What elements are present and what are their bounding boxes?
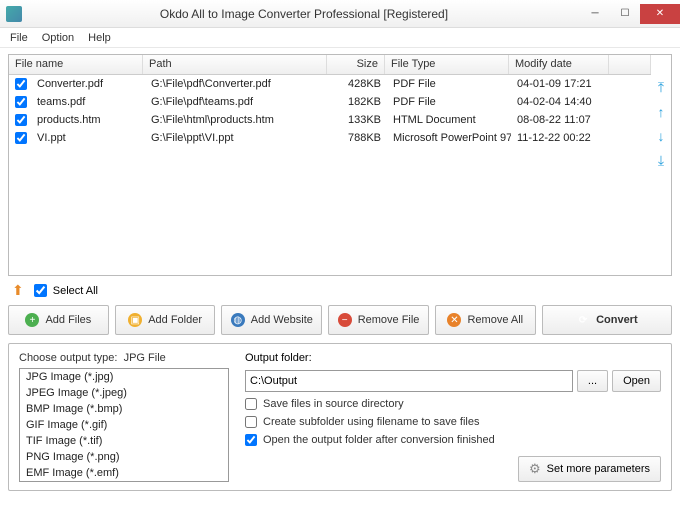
select-all-checkbox[interactable]	[34, 284, 47, 297]
menu-option[interactable]: Option	[42, 32, 74, 44]
cell-date: 08-08-22 11:07	[511, 113, 621, 127]
save-source-checkbox[interactable]	[245, 398, 257, 410]
reorder-buttons: ⤒ ↑ ↓ ⤓	[651, 55, 671, 275]
cell-date: 11-12-22 00:22	[511, 131, 621, 145]
col-path[interactable]: Path	[143, 55, 327, 74]
list-item[interactable]: JPG Image (*.jpg)	[20, 369, 228, 385]
menubar: File Option Help	[0, 28, 680, 48]
col-spacer	[609, 55, 651, 74]
app-icon	[6, 6, 22, 22]
cell-name: products.htm	[31, 113, 145, 127]
row-checkbox[interactable]	[15, 132, 27, 144]
convert-icon: ⟳	[576, 313, 590, 327]
browse-button[interactable]: ...	[577, 370, 608, 392]
cell-size: 428KB	[329, 77, 387, 91]
plus-icon: +	[25, 313, 39, 327]
cell-path: G:\File\pdf\Converter.pdf	[145, 77, 329, 91]
list-item[interactable]: PNG Image (*.png)	[20, 449, 228, 465]
folder-icon: ▣	[128, 313, 142, 327]
col-type[interactable]: File Type	[385, 55, 509, 74]
cell-path: G:\File\ppt\VI.ppt	[145, 131, 329, 145]
open-after-checkbox-row: Open the output folder after conversion …	[245, 434, 661, 446]
col-filename[interactable]: File name	[9, 55, 143, 74]
convert-button[interactable]: ⟳Convert	[542, 305, 672, 335]
list-item[interactable]: BMP Image (*.bmp)	[20, 401, 228, 417]
menu-file[interactable]: File	[10, 32, 28, 44]
add-folder-button[interactable]: ▣Add Folder	[115, 305, 216, 335]
list-item[interactable]: TIF Image (*.tif)	[20, 433, 228, 449]
list-header: File name Path Size File Type Modify dat…	[9, 55, 651, 75]
cell-type: HTML Document	[387, 113, 511, 127]
move-bottom-icon[interactable]: ⤓	[658, 152, 664, 169]
move-down-icon[interactable]: ↓	[658, 128, 665, 144]
cell-size: 133KB	[329, 113, 387, 127]
x-icon: ✕	[447, 313, 461, 327]
col-size[interactable]: Size	[327, 55, 385, 74]
settings-panel: Choose output type: JPG File JPG Image (…	[8, 343, 672, 491]
gear-icon: ⚙	[529, 461, 541, 477]
open-after-checkbox[interactable]	[245, 434, 257, 446]
cell-name: VI.ppt	[31, 131, 145, 145]
cell-type: PDF File	[387, 95, 511, 109]
minus-icon: −	[338, 313, 352, 327]
open-folder-button[interactable]: Open	[612, 370, 661, 392]
menu-help[interactable]: Help	[88, 32, 111, 44]
row-checkbox[interactable]	[15, 96, 27, 108]
col-date[interactable]: Modify date	[509, 55, 609, 74]
close-button[interactable]: ✕	[640, 4, 680, 24]
table-row[interactable]: products.htmG:\File\html\products.htm133…	[9, 111, 651, 129]
list-item[interactable]: EMF Image (*.emf)	[20, 465, 228, 481]
output-folder-input[interactable]	[245, 370, 573, 392]
save-source-checkbox-row: Save files in source directory	[245, 398, 661, 410]
output-type-list[interactable]: JPG Image (*.jpg)JPEG Image (*.jpeg)BMP …	[19, 368, 229, 482]
cell-path: G:\File\html\products.htm	[145, 113, 329, 127]
row-checkbox[interactable]	[15, 78, 27, 90]
titlebar: Okdo All to Image Converter Professional…	[0, 0, 680, 28]
more-parameters-button[interactable]: ⚙ Set more parameters	[518, 456, 661, 482]
cell-path: G:\File\pdf\teams.pdf	[145, 95, 329, 109]
output-folder-label: Output folder:	[245, 352, 661, 364]
remove-file-button[interactable]: −Remove File	[328, 305, 429, 335]
list-item[interactable]: JPEG Image (*.jpeg)	[20, 385, 228, 401]
cell-name: teams.pdf	[31, 95, 145, 109]
table-row[interactable]: Converter.pdfG:\File\pdf\Converter.pdf42…	[9, 75, 651, 93]
minimize-button[interactable]: ─	[580, 4, 610, 24]
cell-type: PDF File	[387, 77, 511, 91]
cell-date: 04-01-09 17:21	[511, 77, 621, 91]
file-list: File name Path Size File Type Modify dat…	[8, 54, 672, 276]
add-files-button[interactable]: +Add Files	[8, 305, 109, 335]
cell-size: 788KB	[329, 131, 387, 145]
remove-all-button[interactable]: ✕Remove All	[435, 305, 536, 335]
move-up-icon[interactable]: ↑	[658, 104, 665, 120]
add-website-button[interactable]: ◍Add Website	[221, 305, 322, 335]
cell-name: Converter.pdf	[31, 77, 145, 91]
cell-size: 182KB	[329, 95, 387, 109]
table-row[interactable]: VI.pptG:\File\ppt\VI.ppt788KBMicrosoft P…	[9, 129, 651, 147]
maximize-button[interactable]: ☐	[610, 4, 640, 24]
list-item[interactable]: GIF Image (*.gif)	[20, 417, 228, 433]
window-title: Okdo All to Image Converter Professional…	[28, 7, 580, 21]
subfolder-checkbox-row: Create subfolder using filename to save …	[245, 416, 661, 428]
select-all-label: Select All	[53, 285, 98, 297]
move-top-icon[interactable]: ⤒	[658, 79, 664, 96]
cell-type: Microsoft PowerPoint 97...	[387, 131, 511, 145]
up-folder-icon[interactable]: ⬆	[12, 282, 24, 299]
cell-date: 04-02-04 14:40	[511, 95, 621, 109]
subfolder-checkbox[interactable]	[245, 416, 257, 428]
output-type-label: Choose output type: JPG File	[19, 352, 229, 364]
row-checkbox[interactable]	[15, 114, 27, 126]
globe-icon: ◍	[231, 313, 245, 327]
table-row[interactable]: teams.pdfG:\File\pdf\teams.pdf182KBPDF F…	[9, 93, 651, 111]
